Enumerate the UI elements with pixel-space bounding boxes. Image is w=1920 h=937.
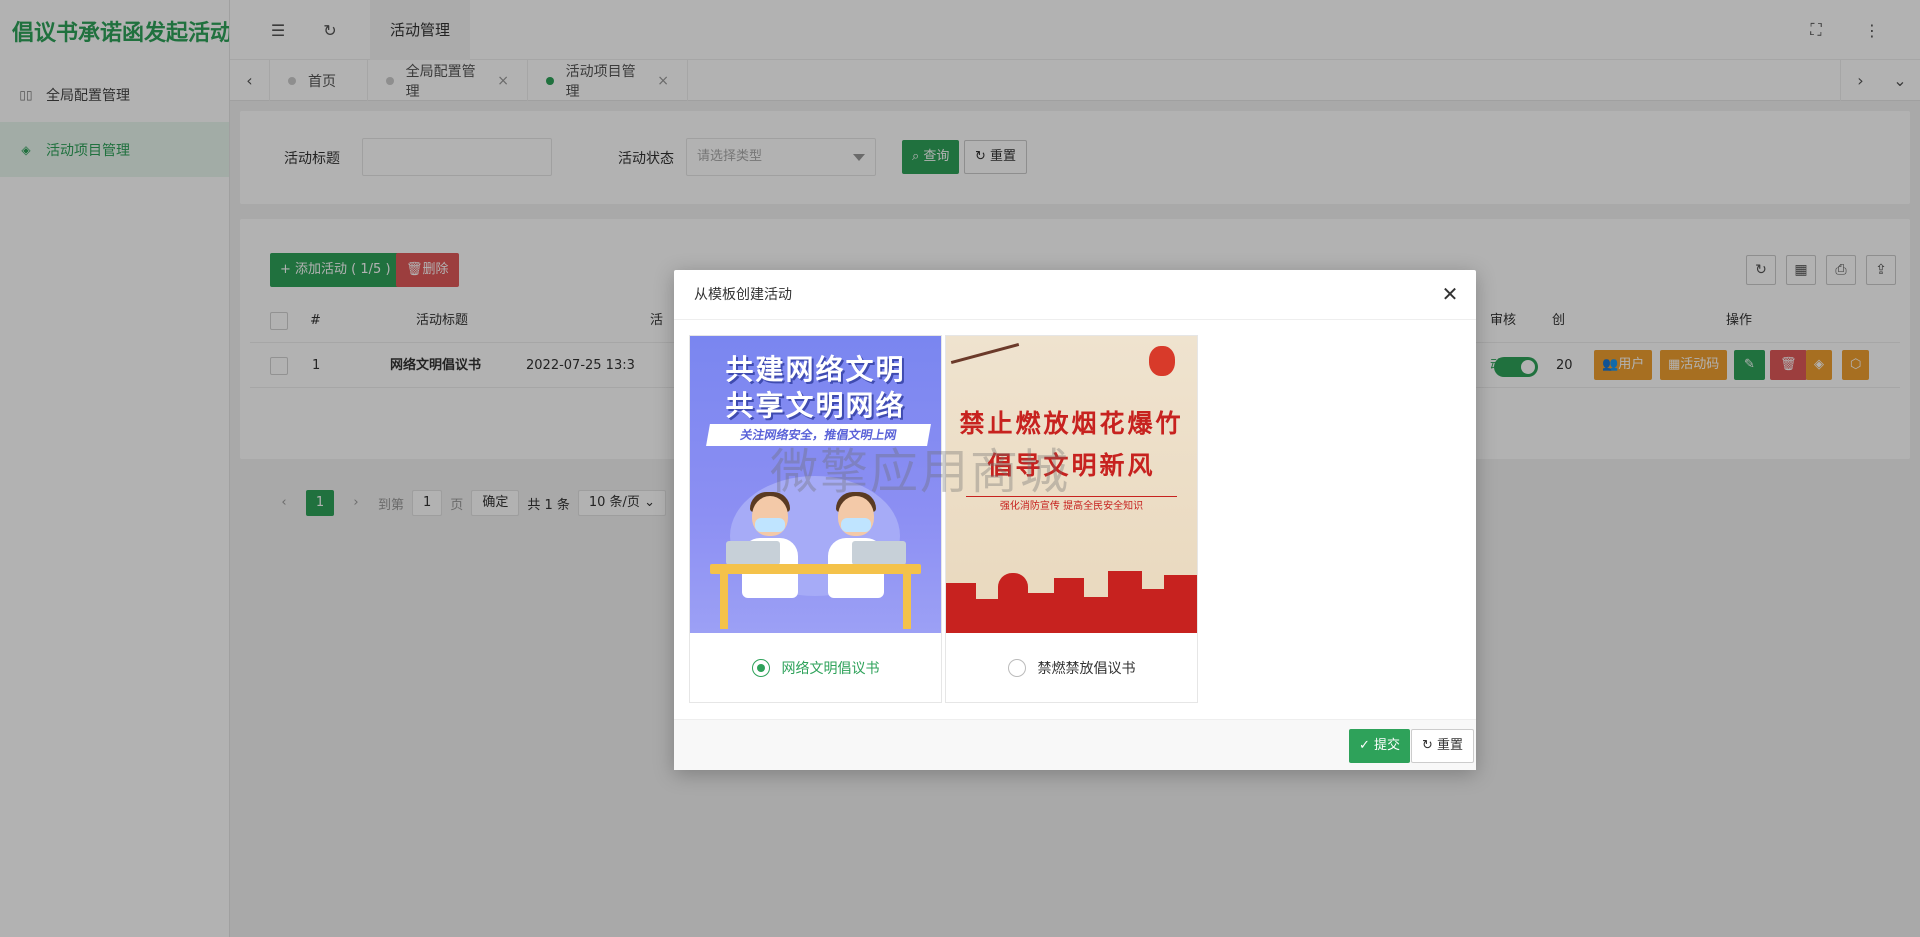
refresh-icon: ↻ [1421,738,1433,753]
poster-desk [710,564,921,574]
poster-line2: 共享文明网络 [725,389,906,422]
template-option-fireworks-ban[interactable]: 禁燃禁放倡议书 [946,633,1197,702]
radio-unselected-icon[interactable] [1007,658,1026,677]
poster-branch [950,342,1020,365]
watermark: 微擎应用商城 [770,444,1071,500]
poster-building [976,599,998,633]
modal-title: 从模板创建活动 [674,270,1476,320]
modal-footer: ✓ 提交 ↻ 重置 [674,719,1476,770]
modal-reset-button[interactable]: ↻ 重置 [1410,729,1474,763]
poster-building [1164,575,1197,633]
radio-selected-icon[interactable] [751,658,770,677]
close-icon[interactable]: ✕ [1438,282,1462,306]
poster-building [1108,571,1142,633]
poster-laptop [726,541,780,565]
poster-building [1028,593,1054,633]
template-modal: 从模板创建活动 ✕ 共建网络文明 共享文明网络 关注网络安全，推倡文明上网 网络… [674,270,1476,770]
template-name: 网络文明倡议书 [781,660,880,677]
poster-building [1054,578,1084,633]
poster-laptop [852,541,906,565]
poster-desk-leg [720,574,728,629]
template-card-fireworks-ban[interactable]: 禁止燃放烟花爆竹 倡导文明新风 强化消防宣传 提高全民安全知识 禁燃禁放倡议书 [945,335,1198,703]
poster-building [998,573,1028,633]
poster-line1: 共建网络文明 [725,353,906,386]
poster-building [1084,597,1108,633]
poster-building [1142,589,1164,633]
modal-body: 共建网络文明 共享文明网络 关注网络安全，推倡文明上网 网络文明倡议书 禁止燃放… [674,320,1476,720]
submit-button[interactable]: ✓ 提交 [1348,729,1410,763]
template-option-network-civility[interactable]: 网络文明倡议书 [690,633,941,702]
poster-lantern [1149,346,1175,376]
reset-label: 重置 [1436,738,1463,753]
submit-label: 提交 [1373,738,1400,753]
poster-desk-leg [903,574,911,629]
template-card-network-civility[interactable]: 共建网络文明 共享文明网络 关注网络安全，推倡文明上网 网络文明倡议书 [689,335,942,703]
template-name: 禁燃禁放倡议书 [1037,660,1136,677]
poster-building [946,583,976,633]
check-icon: ✓ [1358,738,1370,753]
